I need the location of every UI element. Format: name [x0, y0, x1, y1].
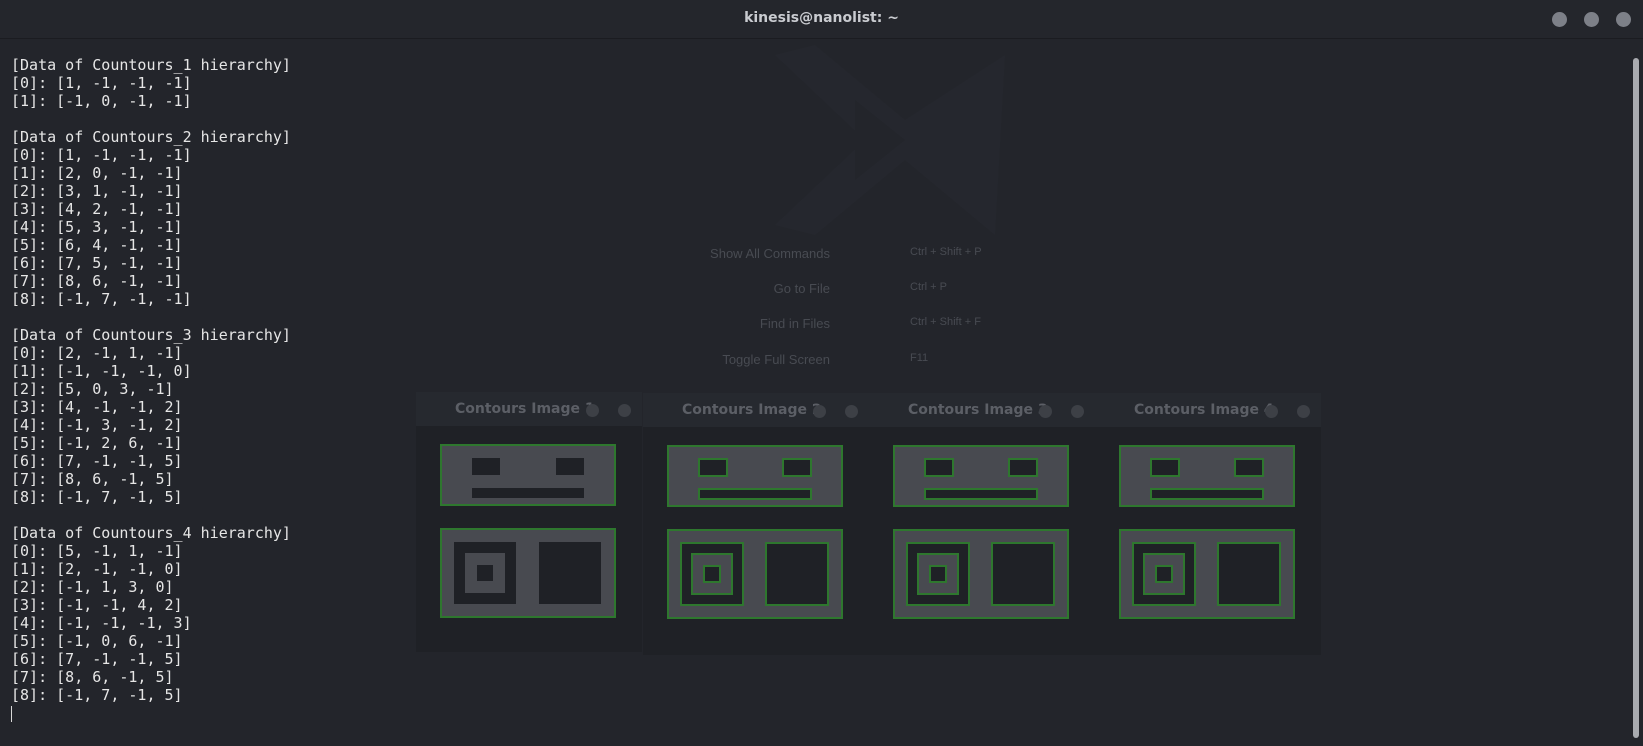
- terminal-line: [0]: [2, -1, 1, -1]: [11, 344, 183, 362]
- hint-toggle-full-screen: Toggle Full Screen F11: [722, 352, 929, 367]
- hint-find-in-files: Find in Files Ctrl + Shift + F: [759, 316, 981, 331]
- terminal-line: [1]: [2, -1, -1, 0]: [11, 560, 183, 578]
- hint-go-to-file: Go to File Ctrl + P: [773, 281, 947, 296]
- terminal-line: [1]: [2, 0, -1, -1]: [11, 164, 183, 182]
- contours-window-4-title: Contours Image 4: [1134, 402, 1274, 418]
- terminal-line: [7]: [8, 6, -1, 5]: [11, 470, 174, 488]
- hint-show-all-commands: Show All Commands Ctrl + Shift + P: [710, 246, 982, 261]
- terminal-line: [6]: [7, 5, -1, -1]: [11, 254, 183, 272]
- terminal-line: [7]: [8, 6, -1, 5]: [11, 668, 174, 686]
- contours-image-2-canvas: [667, 445, 843, 619]
- window-title: kinesis@nanolist: ~: [744, 10, 899, 26]
- terminal-line: [Data of Countours_2 hierarchy]: [11, 128, 291, 146]
- terminal-line: [Data of Countours_1 hierarchy]: [11, 56, 291, 74]
- contours-image-1-canvas: [440, 444, 616, 618]
- terminal-line: [5]: [6, 4, -1, -1]: [11, 236, 183, 254]
- contours-window-1[interactable]: Contours Image 1: [416, 392, 642, 652]
- contours-window-1-title: Contours Image 1: [455, 401, 595, 417]
- terminal-line: [0]: [1, -1, -1, -1]: [11, 146, 192, 164]
- title-bar[interactable]: kinesis@nanolist: ~: [0, 0, 1643, 39]
- minimize-icon[interactable]: [1552, 12, 1567, 27]
- contours-image-2: [643, 427, 869, 655]
- minimize-icon[interactable]: [586, 404, 599, 417]
- terminal-line: [8]: [-1, 7, -1, -1]: [11, 290, 192, 308]
- terminal-output[interactable]: [Data of Countours_1 hierarchy] [0]: [1, …: [11, 56, 291, 704]
- close-icon[interactable]: [618, 404, 631, 417]
- contours-window-2-titlebar[interactable]: Contours Image 2: [643, 393, 869, 427]
- minimize-icon[interactable]: [1265, 405, 1278, 418]
- contours-window-2-title: Contours Image 2: [682, 402, 822, 418]
- terminal-line: [3]: [-1, -1, 4, 2]: [11, 596, 183, 614]
- contours-window-1-titlebar[interactable]: Contours Image 1: [416, 392, 642, 426]
- terminal-line: [6]: [7, -1, -1, 5]: [11, 650, 183, 668]
- terminal-line: [2]: [3, 1, -1, -1]: [11, 182, 183, 200]
- terminal-line: [5]: [-1, 0, 6, -1]: [11, 632, 183, 650]
- minimize-icon[interactable]: [813, 405, 826, 418]
- terminal-line: [3]: [4, -1, -1, 2]: [11, 398, 183, 416]
- terminal-line: [0]: [1, -1, -1, -1]: [11, 74, 192, 92]
- scrollbar[interactable]: [1633, 58, 1639, 738]
- contours-window-4-titlebar[interactable]: Contours Image 4: [1095, 393, 1321, 427]
- contours-image-1: [416, 426, 642, 652]
- close-icon[interactable]: [845, 405, 858, 418]
- vscode-watermark-icon: [775, 45, 1005, 235]
- text-cursor: [11, 706, 12, 722]
- contours-image-4: [1095, 427, 1321, 655]
- close-icon[interactable]: [1297, 405, 1310, 418]
- terminal-line: [4]: [5, 3, -1, -1]: [11, 218, 183, 236]
- contours-image-3: [869, 427, 1095, 655]
- terminal-line: [4]: [-1, -1, -1, 3]: [11, 614, 192, 632]
- terminal-line: [Data of Countours_3 hierarchy]: [11, 326, 291, 344]
- maximize-icon[interactable]: [1584, 12, 1599, 27]
- close-icon[interactable]: [1616, 12, 1631, 27]
- contours-image-3-canvas: [893, 445, 1069, 619]
- terminal-line: [0]: [5, -1, 1, -1]: [11, 542, 183, 560]
- terminal-line: [8]: [-1, 7, -1, 5]: [11, 686, 183, 704]
- terminal-line: [2]: [-1, 1, 3, 0]: [11, 578, 174, 596]
- contours-window-2[interactable]: Contours Image 2: [643, 393, 869, 655]
- close-icon[interactable]: [1071, 405, 1084, 418]
- contours-image-4-canvas: [1119, 445, 1295, 619]
- contours-window-3-title: Contours Image 3: [908, 402, 1048, 418]
- terminal-line: [8]: [-1, 7, -1, 5]: [11, 488, 183, 506]
- terminal-line: [1]: [-1, -1, -1, 0]: [11, 362, 192, 380]
- contours-window-4[interactable]: Contours Image 4: [1095, 393, 1321, 655]
- terminal-window: kinesis@nanolist: ~ Show All Commands Ct…: [0, 0, 1643, 746]
- contours-window-3-titlebar[interactable]: Contours Image 3: [869, 393, 1095, 427]
- terminal-line: [6]: [7, -1, -1, 5]: [11, 452, 183, 470]
- terminal-line: [5]: [-1, 2, 6, -1]: [11, 434, 183, 452]
- terminal-line: [1]: [-1, 0, -1, -1]: [11, 92, 192, 110]
- terminal-line: [Data of Countours_4 hierarchy]: [11, 524, 291, 542]
- terminal-line: [4]: [-1, 3, -1, 2]: [11, 416, 183, 434]
- terminal-line: [7]: [8, 6, -1, -1]: [11, 272, 183, 290]
- terminal-line: [3]: [4, 2, -1, -1]: [11, 200, 183, 218]
- minimize-icon[interactable]: [1039, 405, 1052, 418]
- contours-window-3[interactable]: Contours Image 3: [869, 393, 1095, 655]
- terminal-line: [2]: [5, 0, 3, -1]: [11, 380, 174, 398]
